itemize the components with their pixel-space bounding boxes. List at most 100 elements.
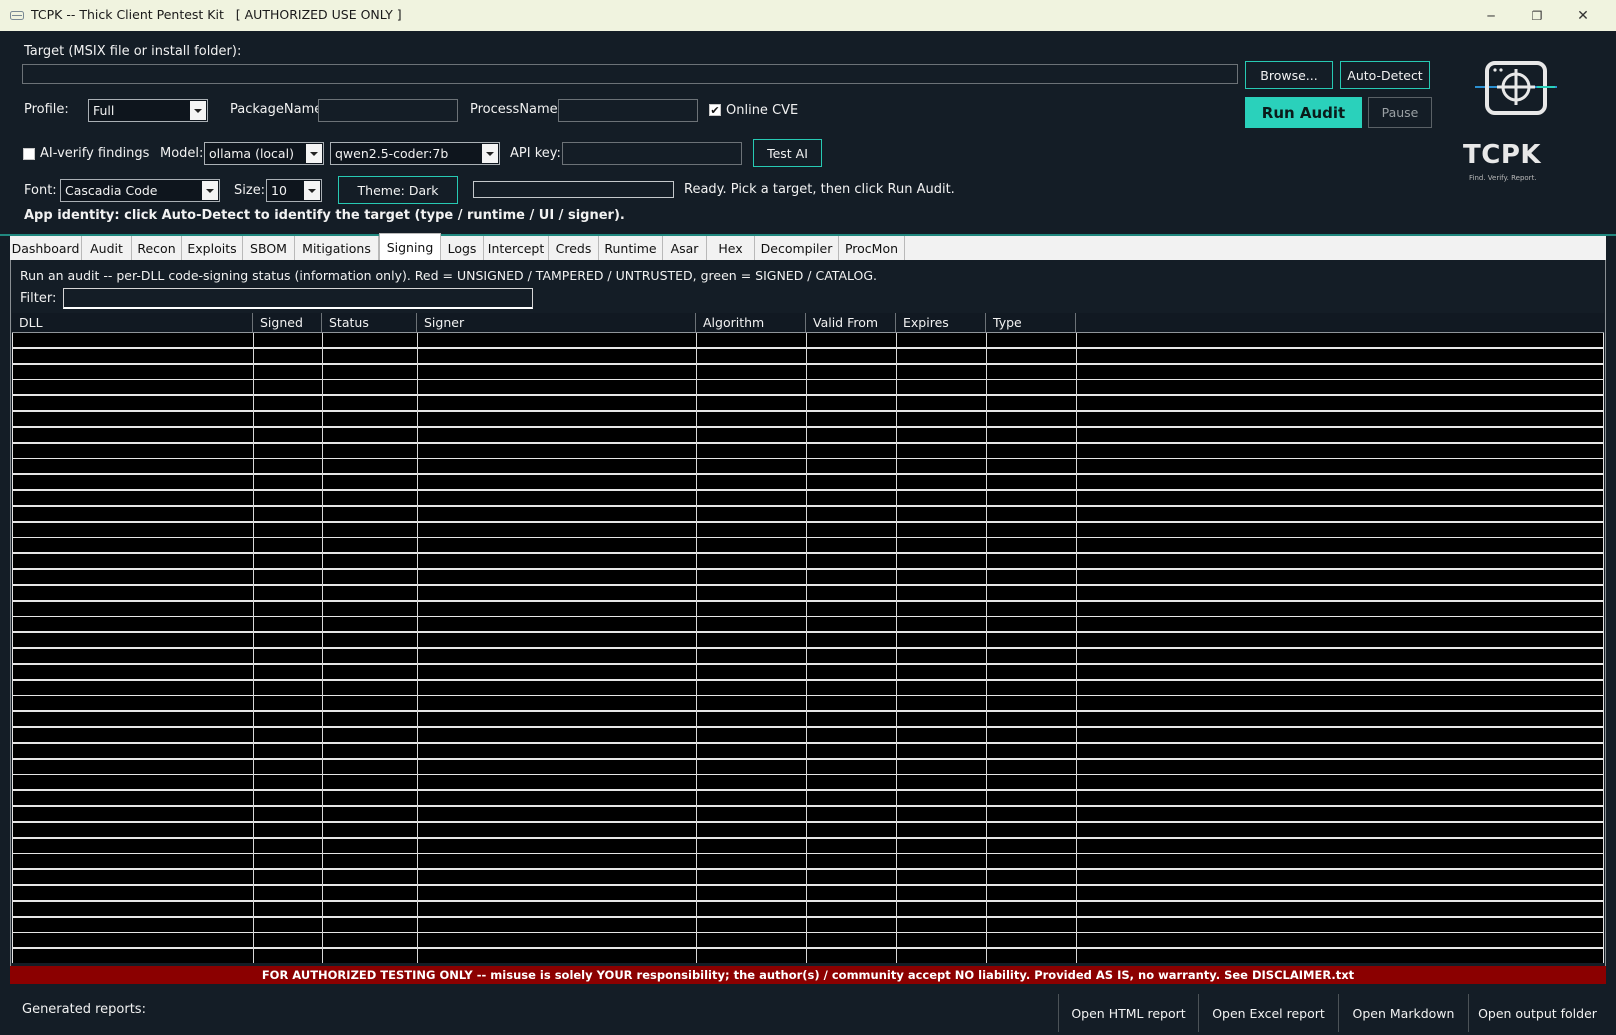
table-row[interactable]	[13, 933, 1603, 948]
package-name-input[interactable]	[318, 99, 458, 122]
online-cve-checkbox[interactable]: ✔	[709, 104, 721, 116]
tab-asar[interactable]: Asar	[663, 236, 707, 260]
column-header-type[interactable]: Type	[986, 313, 1076, 332]
ai-verify-checkbox[interactable]	[23, 148, 35, 160]
font-value: Cascadia Code	[65, 183, 158, 198]
tab-dashboard[interactable]: Dashboard	[10, 236, 82, 260]
table-row[interactable]	[13, 364, 1603, 379]
tab-intercept[interactable]: Intercept	[484, 236, 549, 260]
api-key-input[interactable]	[562, 142, 742, 165]
close-window-button[interactable]: ✕	[1560, 0, 1606, 31]
disclaimer-banner: FOR AUTHORIZED TESTING ONLY -- misuse is…	[10, 966, 1606, 984]
tab-sbom[interactable]: SBOM	[243, 236, 295, 260]
table-row[interactable]	[13, 538, 1603, 553]
table-row[interactable]	[13, 412, 1603, 426]
table-row[interactable]	[13, 554, 1603, 569]
table-row[interactable]	[13, 822, 1603, 837]
table-row[interactable]	[13, 506, 1603, 521]
table-row[interactable]	[13, 396, 1603, 411]
table-row[interactable]	[13, 870, 1603, 885]
tab-procmon[interactable]: ProcMon	[839, 236, 905, 260]
run-audit-button[interactable]: Run Audit	[1245, 97, 1362, 128]
minimize-button[interactable]: ─	[1468, 0, 1514, 31]
table-row[interactable]	[13, 728, 1603, 742]
tab-bar: Dashboard Audit Recon Exploits SBOM Miti…	[10, 233, 1606, 260]
table-row[interactable]	[13, 759, 1603, 774]
chevron-down-icon	[306, 144, 322, 163]
table-row[interactable]	[13, 901, 1603, 916]
table-row[interactable]	[13, 333, 1603, 347]
table-row[interactable]	[13, 712, 1603, 727]
pause-button[interactable]: Pause	[1368, 97, 1432, 128]
chevron-down-icon	[304, 181, 320, 200]
theme-toggle-button[interactable]: Theme: Dark	[338, 176, 458, 204]
title-bar: TCPK -- Thick Client Pentest Kit [ AUTHO…	[0, 0, 1616, 31]
tab-audit[interactable]: Audit	[82, 236, 132, 260]
column-header-expires[interactable]: Expires	[896, 313, 986, 332]
table-row[interactable]	[13, 443, 1603, 458]
table-row[interactable]	[13, 348, 1603, 363]
restore-button[interactable]: ❐	[1514, 0, 1560, 31]
table-row[interactable]	[13, 427, 1603, 442]
tab-signing[interactable]: Signing	[379, 233, 441, 260]
table-row[interactable]	[13, 791, 1603, 806]
tab-recon[interactable]: Recon	[132, 236, 182, 260]
column-header-algorithm[interactable]: Algorithm	[696, 313, 806, 332]
tab-exploits[interactable]: Exploits	[182, 236, 243, 260]
tab-decompiler[interactable]: Decompiler	[755, 236, 839, 260]
column-divider	[322, 333, 323, 963]
column-header-signer[interactable]: Signer	[417, 313, 696, 332]
font-label: Font:	[24, 183, 57, 198]
table-row[interactable]	[13, 743, 1603, 758]
auto-detect-button[interactable]: Auto-Detect	[1340, 61, 1430, 89]
table-row[interactable]	[13, 775, 1603, 790]
table-row[interactable]	[13, 475, 1603, 490]
table-row[interactable]	[13, 633, 1603, 648]
open-output-folder-button[interactable]: Open output folder	[1468, 994, 1606, 1032]
target-path-input[interactable]	[22, 64, 1238, 84]
test-ai-button[interactable]: Test AI	[753, 139, 822, 167]
table-row[interactable]	[13, 680, 1603, 695]
table-row[interactable]	[13, 854, 1603, 869]
open-html-report-button[interactable]: Open HTML report	[1058, 994, 1198, 1032]
process-name-input[interactable]	[558, 99, 698, 122]
table-row[interactable]	[13, 617, 1603, 632]
table-row[interactable]	[13, 838, 1603, 853]
table-row[interactable]	[13, 585, 1603, 600]
tab-mitigations[interactable]: Mitigations	[295, 236, 379, 260]
table-row[interactable]	[13, 886, 1603, 900]
tab-creds[interactable]: Creds	[549, 236, 599, 260]
font-select[interactable]: Cascadia Code	[60, 179, 220, 202]
chevron-down-icon	[202, 181, 218, 200]
table-row[interactable]	[13, 696, 1603, 711]
open-markdown-button[interactable]: Open Markdown	[1338, 994, 1468, 1032]
table-row[interactable]	[13, 601, 1603, 616]
tab-hex[interactable]: Hex	[707, 236, 755, 260]
table-row[interactable]	[13, 570, 1603, 584]
column-divider	[253, 333, 254, 963]
table-row[interactable]	[13, 664, 1603, 679]
table-row[interactable]	[13, 522, 1603, 537]
model-name-select[interactable]: qwen2.5-coder:7b	[330, 142, 500, 165]
table-row[interactable]	[13, 380, 1603, 395]
column-header-signed[interactable]: Signed	[253, 313, 322, 332]
signing-table: DLL Signed Status Signer Algorithm Valid…	[12, 313, 1604, 963]
profile-select[interactable]: Full	[88, 99, 208, 122]
table-row[interactable]	[13, 649, 1603, 663]
table-row[interactable]	[13, 807, 1603, 821]
table-row[interactable]	[13, 459, 1603, 474]
filter-input[interactable]	[63, 288, 533, 309]
column-header-valid-from[interactable]: Valid From	[806, 313, 896, 332]
size-select[interactable]: 10	[266, 179, 322, 202]
model-select[interactable]: ollama (local)	[204, 142, 324, 165]
browse-button[interactable]: Browse...	[1245, 61, 1333, 89]
open-excel-report-button[interactable]: Open Excel report	[1198, 994, 1338, 1032]
tab-runtime[interactable]: Runtime	[599, 236, 663, 260]
column-header-dll[interactable]: DLL	[12, 313, 253, 332]
table-row[interactable]	[13, 949, 1603, 963]
table-row[interactable]	[13, 491, 1603, 505]
tab-logs[interactable]: Logs	[441, 236, 484, 260]
table-row[interactable]	[13, 917, 1603, 932]
column-divider	[417, 333, 418, 963]
column-header-status[interactable]: Status	[322, 313, 417, 332]
